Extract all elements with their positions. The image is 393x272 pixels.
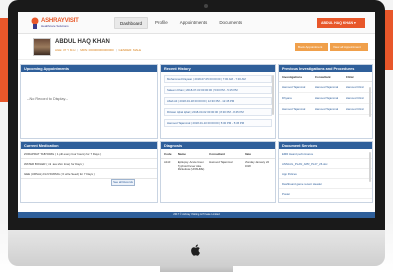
table-cell: A110 <box>164 161 171 164</box>
current-medication-panel: Current Medication ZORAPRAT TAB 50MG ( 1… <box>20 141 158 203</box>
user-menu-button[interactable]: ABDUL HAQ KHAN ▾ <box>317 18 365 28</box>
main-nav: Dashboard Profile Appointments Documents <box>114 17 247 29</box>
panel-title: Upcoming Appointments <box>21 65 157 72</box>
panel-title: Recent History <box>161 65 275 72</box>
diagnosis-panel: Diagnosis Code Name Consultant Date A110… <box>160 141 276 203</box>
list-item[interactable]: Aftab Ali | 2018-04-18 00:00:00 | 12:30 … <box>164 97 272 105</box>
nav-dashboard[interactable]: Dashboard <box>114 17 149 29</box>
column-header: Consultant <box>314 75 331 79</box>
recent-history-panel: Recent History Mohammed Rayaan | 2018-07… <box>160 64 276 139</box>
brand-tagline: Healthcare Solutions <box>41 24 69 28</box>
footer: 2017 © Ashray Visiting & Private Limited <box>18 212 375 218</box>
document-link[interactable]: App Polices <box>279 169 372 179</box>
column-header: Code <box>164 152 172 156</box>
table-row[interactable]: Dhyana Hamood Tajammal Hamood Clinic <box>279 93 372 104</box>
table-header: Code Name Consultant Date <box>161 149 275 159</box>
table-cell: Hamood Tajammal <box>209 161 233 164</box>
avatar <box>33 38 51 56</box>
document-link[interactable]: EMR Award performance <box>279 149 372 159</box>
table-cell: Hamood Tajammal <box>314 96 339 100</box>
patient-name: ABDUL HAQ KHAN <box>55 39 110 45</box>
top-navbar: ASHRAYVISIT Healthcare Solutions Dashboa… <box>18 12 375 34</box>
table-cell: Monday January 22 2018 <box>244 161 270 168</box>
nav-profile[interactable]: Profile <box>150 17 173 29</box>
patient-mrn: MRN: 000000000000000 <box>80 48 114 52</box>
app-screen: ASHRAYVISIT Healthcare Solutions Dashboa… <box>18 12 375 218</box>
table-cell: Hamood Tajammal <box>314 107 339 111</box>
upcoming-appointments-panel: Upcoming Appointments --No Record to Dis… <box>20 64 158 139</box>
investigations-panel: Previous Investigations and Procedures I… <box>278 64 373 139</box>
table-row[interactable]: A110 Epilepsy. Acute fever. Typhoid Feve… <box>161 159 275 174</box>
table-cell: Hamood Tajammal <box>282 85 306 89</box>
patient-gender: GENDER: MALE <box>118 48 142 52</box>
column-header: Date <box>244 152 252 156</box>
column-header: Name <box>177 152 186 156</box>
document-link[interactable]: Dashboard game recent Header <box>279 179 372 189</box>
table-header: Investigations Consultant Clinic <box>279 72 372 82</box>
scrollbar[interactable] <box>369 87 371 117</box>
list-item[interactable]: Hamood Tajammal | 2018-01-10 00:00:00 | … <box>164 119 272 127</box>
column-header: Consultant <box>209 152 225 156</box>
brand-logo[interactable]: ASHRAYVISIT Healthcare Solutions <box>30 17 80 29</box>
panel-title: Document Services <box>279 142 372 149</box>
empty-state-text: --No Record to Display-- <box>27 97 68 101</box>
table-cell: Hamood Clinic <box>345 85 364 89</box>
scrollbar[interactable] <box>272 75 274 115</box>
table-cell: Hamood Clinic <box>345 107 364 111</box>
table-cell: Hamood Clinic <box>345 96 364 100</box>
imac-stand <box>160 266 233 272</box>
patient-age: AGE: 37 Y M.H <box>55 48 76 52</box>
list-item: ZORAPRAT TAB 50MG ( 1 pill every four ho… <box>21 149 157 159</box>
column-header: Investigations <box>282 75 303 79</box>
nav-appointments[interactable]: Appointments <box>175 17 213 29</box>
document-services-panel: Document Services EMR Award performance … <box>278 141 373 203</box>
history-list: Mohammed Rayaan | 2018-07-05 00:00:00 | … <box>161 72 275 127</box>
column-header: Clinic <box>345 75 354 79</box>
table-row[interactable]: Hamood Tajammal Hamood Tajammal Hamood C… <box>279 104 372 115</box>
list-item: WATER BOILER ( ml .tea shm time) for Day… <box>21 159 157 169</box>
list-item[interactable]: Saleem Khan | 2018-07-03 00:00:00 | 5:00… <box>164 86 272 94</box>
camera-icon <box>204 4 208 8</box>
panel-title: Previous Investigations and Procedures <box>279 65 372 72</box>
table-cell: Hamood Tajammal <box>314 85 339 89</box>
table-cell: Hamood Tajammal <box>282 107 306 111</box>
document-link[interactable]: ANNAUL_PLAN_APR_PL27_26.doc <box>279 159 372 169</box>
nav-documents[interactable]: Documents <box>214 17 247 29</box>
patient-profile-row: ABDUL HAQ KHAN AGE: 37 Y M.H | MRN: 000000… <box>18 34 375 60</box>
logo-mark-icon <box>31 17 39 29</box>
list-item: GEE (URSAL) FLN 50/0MG ( 6 urtle Seed) f… <box>21 169 157 179</box>
see-all-records-button[interactable]: See all Records <box>111 179 135 186</box>
document-link[interactable]: Poster <box>279 189 372 199</box>
table-cell: Epilepsy. Acute fever. Typhoid Fever Aka… <box>177 161 205 172</box>
patient-meta: AGE: 37 Y M.H | MRN: 000000000000000 | GENDE… <box>55 48 142 52</box>
panel-title: Current Medication <box>21 142 157 149</box>
panel-title: Diagnosis <box>161 142 275 149</box>
list-item[interactable]: Mohammed Rayaan | 2018-07-05 00:00:00 | … <box>164 75 272 83</box>
apple-logo-icon <box>189 243 203 257</box>
table-cell: Dhyana <box>282 96 292 100</box>
book-appointment-button[interactable]: Book Appointment <box>295 43 328 51</box>
scrollbar[interactable] <box>369 152 371 182</box>
list-item[interactable]: Rizwan Iqbal Iqbal | 2018-03-02 00:00:00… <box>164 108 272 116</box>
table-row[interactable]: Hamood Tajammal Hamood Tajammal Hamood C… <box>279 82 372 93</box>
view-appointments-button[interactable]: View all Appointment <box>330 43 368 51</box>
